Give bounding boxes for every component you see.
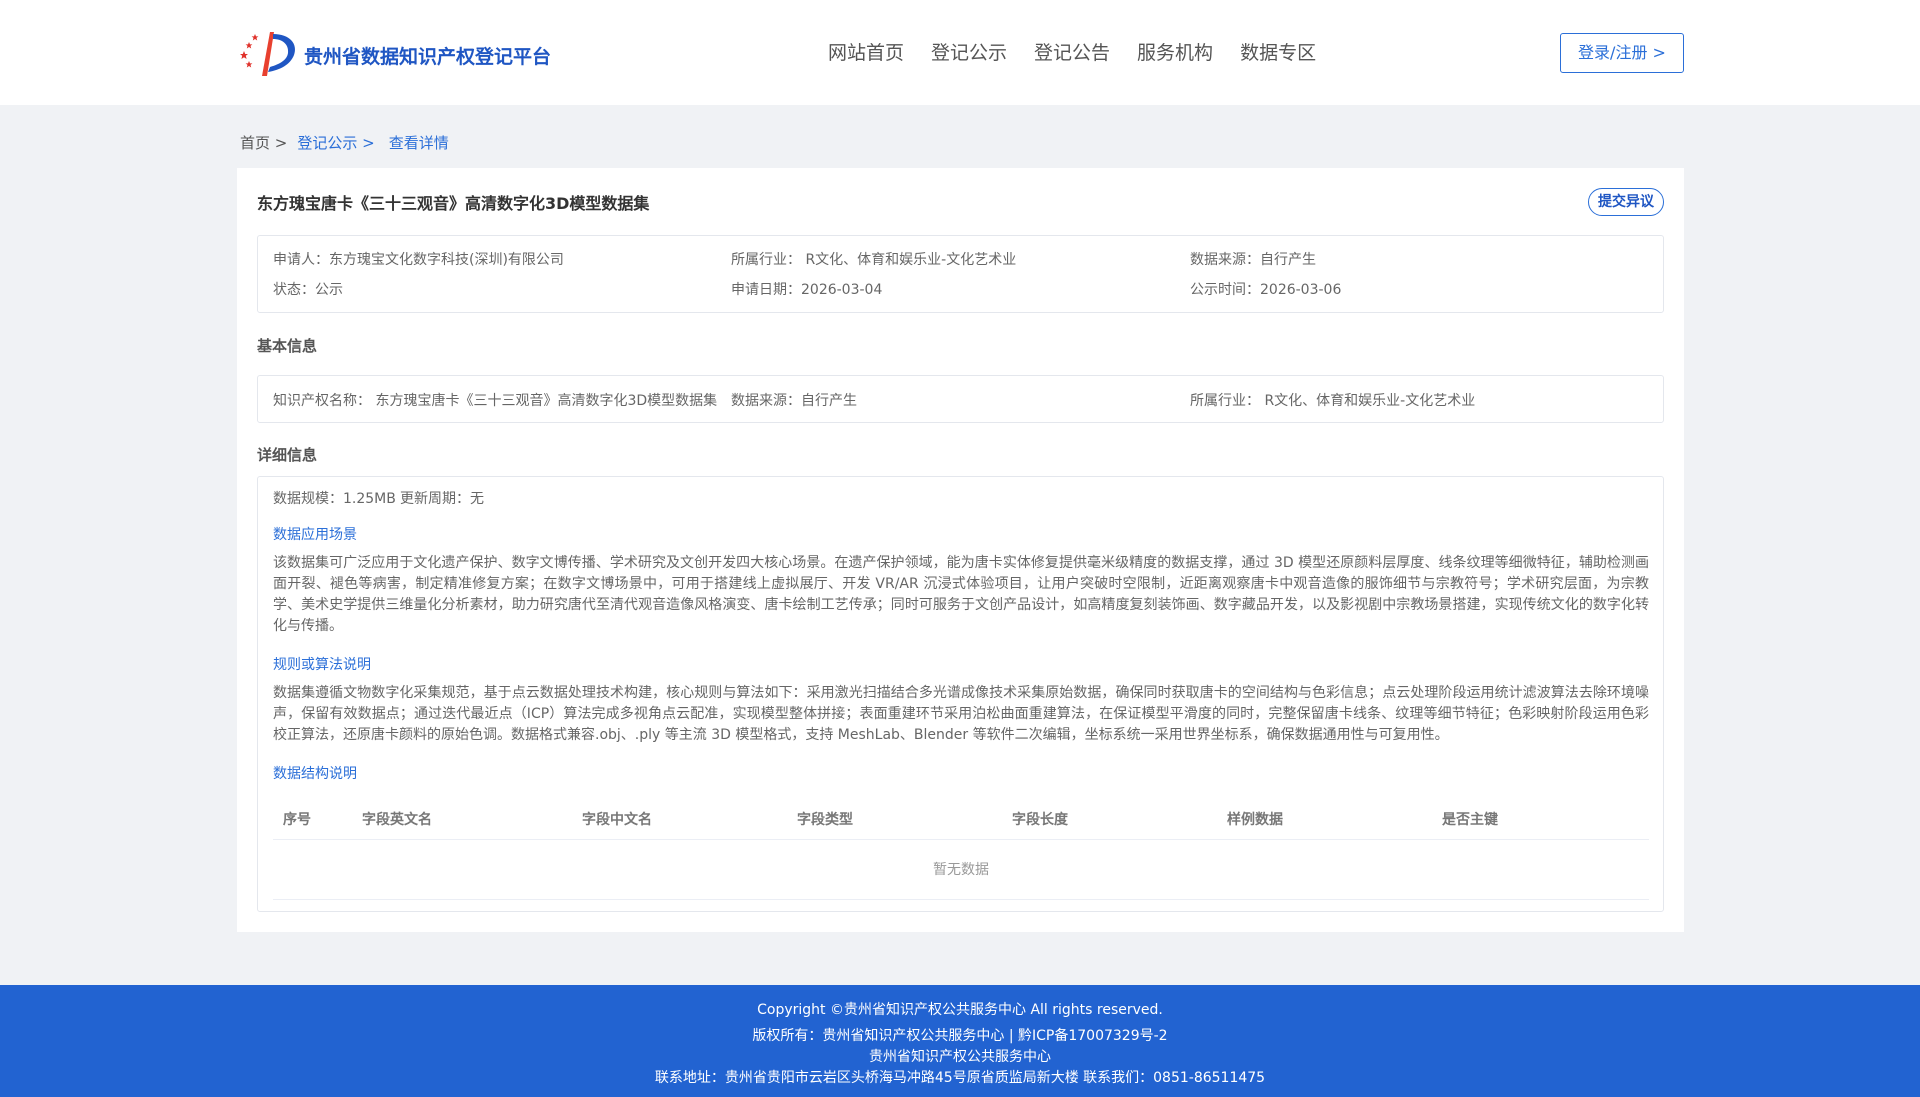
col-index: 序号 xyxy=(283,812,311,828)
site-header: 贵州省数据知识产权登记平台 网站首页 登记公示 登记公告 服务机构 数据专区 登… xyxy=(0,0,1920,105)
detail-card: 东方瑰宝唐卡《三十三观音》高清数字化3D模型数据集 提交异议 申请人：东方瑰宝文… xyxy=(237,168,1684,932)
col-field-en: 字段英文名 xyxy=(362,812,432,828)
detail-info-box: 数据规模：1.25MB 更新周期：无 数据应用场景 该数据集可广泛应用于文化遗产… xyxy=(257,476,1664,912)
algorithm-text: 数据集遵循文物数字化采集规范，基于点云数据处理技术构建，核心规则与算法如下：采用… xyxy=(273,685,1649,743)
status-badge: 状态：公示 xyxy=(273,282,343,298)
applicant: 申请人：东方瑰宝文化数字科技(深圳)有限公司 xyxy=(273,252,564,268)
nav-registration-announcement[interactable]: 登记公告 xyxy=(1034,38,1110,65)
col-field-cn: 字段中文名 xyxy=(582,812,652,828)
main-nav: 网站首页 登记公示 登记公告 服务机构 数据专区 xyxy=(828,38,1343,65)
site-footer: Copyright ©贵州省知识产权公共服务中心 All rights rese… xyxy=(0,985,1920,1097)
apply-date: 申请日期：2026-03-04 xyxy=(731,282,883,298)
record-meta-box: 申请人：东方瑰宝文化数字科技(深圳)有限公司 所属行业： R文化、体育和娱乐业-… xyxy=(257,235,1664,313)
industry: 所属行业： R文化、体育和娱乐业-文化艺术业 xyxy=(731,252,1017,268)
breadcrumb: 首页 > 登记公示 > 查看详情 xyxy=(240,132,449,153)
breadcrumb-current: 查看详情 xyxy=(388,134,449,152)
page-title: 东方瑰宝唐卡《三十三观音》高清数字化3D模型数据集 xyxy=(257,194,650,213)
basic-info-heading: 基本信息 xyxy=(257,337,318,355)
col-sample: 样例数据 xyxy=(1227,812,1283,828)
basic-info-box: 知识产权名称： 东方瑰宝唐卡《三十三观音》高清数字化3D模型数据集 数据来源：自… xyxy=(257,375,1664,423)
scenario-text: 该数据集可广泛应用于文化遗产保护、数字文博传播、学术研究及文创开发四大核心场景。… xyxy=(273,555,1649,634)
detail-info-heading: 详细信息 xyxy=(257,446,318,464)
data-scale: 数据规模：1.25MB xyxy=(273,491,396,507)
structure-table-header: 序号 字段英文名 字段中文名 字段类型 字段长度 样例数据 是否主键 xyxy=(273,796,1649,840)
site-title[interactable]: 贵州省数据知识产权登记平台 xyxy=(304,42,551,69)
data-source: 数据来源：自行产生 xyxy=(1190,252,1316,268)
footer-contact: 联系地址：贵州省贵阳市云岩区头桥海马冲路45号原省质监局新大楼 联系我们：085… xyxy=(654,1070,1266,1086)
nav-service-agencies[interactable]: 服务机构 xyxy=(1137,38,1213,65)
submit-objection-button[interactable]: 提交异议 xyxy=(1588,188,1664,216)
table-empty-state: 暂无数据 xyxy=(273,841,1649,900)
publicity-date: 公示时间：2026-03-06 xyxy=(1190,282,1342,298)
footer-owner[interactable]: 版权所有：贵州省知识产权公共服务中心 | 黔ICP备17007329号-2 xyxy=(0,1025,1920,1045)
ip-name: 知识产权名称： 东方瑰宝唐卡《三十三观音》高清数字化3D模型数据集 xyxy=(273,393,718,409)
site-logo-icon[interactable] xyxy=(240,28,298,78)
breadcrumb-publicity[interactable]: 登记公示 > xyxy=(297,132,374,153)
breadcrumb-home[interactable]: 首页 > xyxy=(240,132,287,153)
update-cycle: 更新周期：无 xyxy=(400,491,484,507)
nav-registration-publicity[interactable]: 登记公示 xyxy=(931,38,1007,65)
nav-data-zone[interactable]: 数据专区 xyxy=(1240,38,1316,65)
basic-data-source: 数据来源：自行产生 xyxy=(731,393,857,409)
footer-copyright: Copyright ©贵州省知识产权公共服务中心 All rights rese… xyxy=(757,1002,1163,1018)
basic-industry: 所属行业： R文化、体育和娱乐业-文化艺术业 xyxy=(1190,393,1476,409)
nav-home[interactable]: 网站首页 xyxy=(828,38,904,65)
structure-heading: 数据结构说明 xyxy=(273,766,357,782)
algorithm-heading: 规则或算法说明 xyxy=(273,657,371,673)
login-register-button[interactable]: 登录/注册 > xyxy=(1560,33,1684,73)
scenario-heading: 数据应用场景 xyxy=(273,527,357,543)
col-primary-key: 是否主键 xyxy=(1442,812,1498,828)
footer-org: 贵州省知识产权公共服务中心 xyxy=(869,1049,1051,1065)
col-field-length: 字段长度 xyxy=(1012,812,1068,828)
col-field-type: 字段类型 xyxy=(797,812,853,828)
